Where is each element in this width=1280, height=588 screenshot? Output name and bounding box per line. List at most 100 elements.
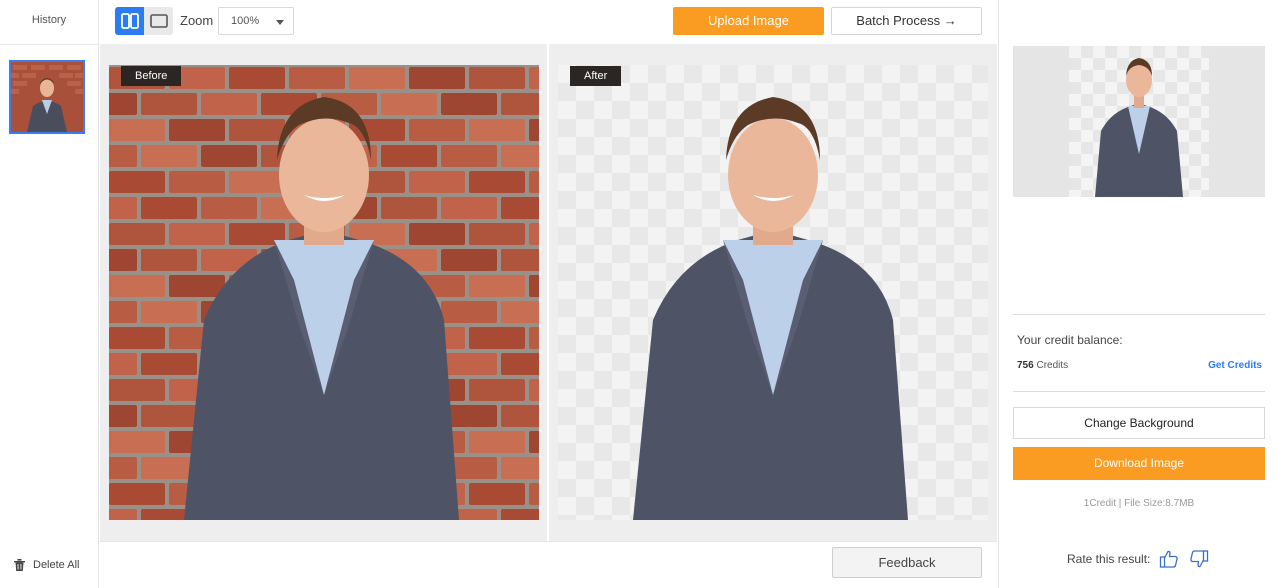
brick (109, 249, 137, 271)
brick (229, 119, 285, 141)
result-preview-image (1095, 58, 1183, 197)
brick (529, 327, 539, 349)
brick (141, 301, 197, 323)
brick (109, 431, 165, 453)
brick (229, 171, 285, 193)
brick (109, 301, 137, 323)
brick (529, 483, 539, 505)
trash-icon (14, 559, 25, 571)
batch-process-button[interactable]: Batch Process → (831, 7, 982, 35)
brick (409, 119, 465, 141)
brick (501, 353, 539, 375)
thumbs-up-button[interactable] (1158, 548, 1180, 570)
brick (109, 405, 137, 427)
brick (109, 509, 137, 520)
brick (169, 275, 225, 297)
brick (501, 197, 539, 219)
brick (141, 353, 197, 375)
brick (201, 145, 257, 167)
brick (141, 249, 197, 271)
brick (501, 93, 539, 115)
brick (441, 145, 497, 167)
feedback-button[interactable]: Feedback (832, 547, 982, 578)
brick (529, 379, 539, 401)
credit-balance: 756 Credits (1017, 360, 1068, 371)
brick (381, 197, 437, 219)
credit-balance-label: Your credit balance: (1017, 333, 1123, 347)
get-credits-link[interactable]: Get Credits (1208, 360, 1262, 371)
credit-count: 756 (1017, 360, 1034, 371)
history-panel: History Delete All (0, 0, 99, 588)
brick (469, 275, 525, 297)
brick (229, 67, 285, 89)
zoom-select[interactable]: 100% (218, 7, 294, 35)
brick (381, 93, 437, 115)
person-figure-cutout (633, 97, 908, 520)
before-photo (109, 65, 539, 520)
brick (441, 353, 497, 375)
brick (109, 457, 137, 479)
brick (169, 223, 225, 245)
brick (441, 249, 497, 271)
brick (441, 301, 497, 323)
upload-image-button[interactable]: Upload Image (673, 7, 824, 35)
brick (381, 145, 437, 167)
brick (141, 405, 197, 427)
zoom-label: Zoom (180, 13, 214, 28)
single-view-button[interactable] (144, 7, 173, 35)
brick (501, 457, 539, 479)
brick (529, 171, 539, 193)
brick (529, 67, 539, 89)
bottom-bar: Feedback (100, 541, 997, 588)
brick (469, 379, 525, 401)
before-tag: Before (121, 66, 182, 86)
rate-label: Rate this result: (1067, 552, 1151, 566)
brick (469, 431, 525, 453)
separator (1013, 391, 1265, 392)
brick (109, 119, 165, 141)
comparison-canvas: Before After (100, 44, 997, 541)
brick (469, 483, 525, 505)
result-sidebar: Your credit balance: 756 Credits Get Cre… (998, 0, 1280, 588)
brick (109, 223, 165, 245)
brick (469, 67, 525, 89)
brick (201, 93, 257, 115)
zoom-value: 100% (231, 15, 260, 27)
thumbs-down-icon (1190, 550, 1209, 568)
brick (529, 119, 539, 141)
brick (349, 67, 405, 89)
brick (109, 93, 137, 115)
file-info: 1Credit | File Size:8.7MB (1083, 498, 1195, 509)
toolbar: Zoom 100% Upload Image Batch Process → (100, 0, 997, 44)
download-image-button[interactable]: Download Image (1013, 447, 1265, 480)
brick (469, 327, 525, 349)
brick (501, 509, 539, 520)
thumbs-down-button[interactable] (1188, 548, 1210, 570)
brick (141, 145, 197, 167)
brick (529, 275, 539, 297)
rate-result: Rate this result: (1067, 548, 1210, 570)
single-view-icon (149, 14, 168, 28)
brick (109, 327, 165, 349)
brick (109, 171, 165, 193)
brick (441, 93, 497, 115)
brick (441, 197, 497, 219)
brick (501, 405, 539, 427)
brick (409, 223, 465, 245)
change-background-button[interactable]: Change Background (1013, 407, 1265, 439)
brick (109, 483, 165, 505)
brick (501, 301, 539, 323)
brick (529, 223, 539, 245)
brick (201, 197, 257, 219)
history-thumbnail-image (11, 62, 83, 132)
after-photo (633, 97, 908, 520)
brick (469, 223, 525, 245)
brick (409, 171, 465, 193)
separator (1013, 314, 1265, 315)
delete-all-button[interactable]: Delete All (14, 559, 79, 571)
pane-divider (547, 44, 549, 541)
split-view-button[interactable] (115, 7, 144, 35)
history-thumbnail[interactable] (9, 60, 85, 134)
brick (109, 275, 165, 297)
result-preview (1013, 46, 1265, 197)
